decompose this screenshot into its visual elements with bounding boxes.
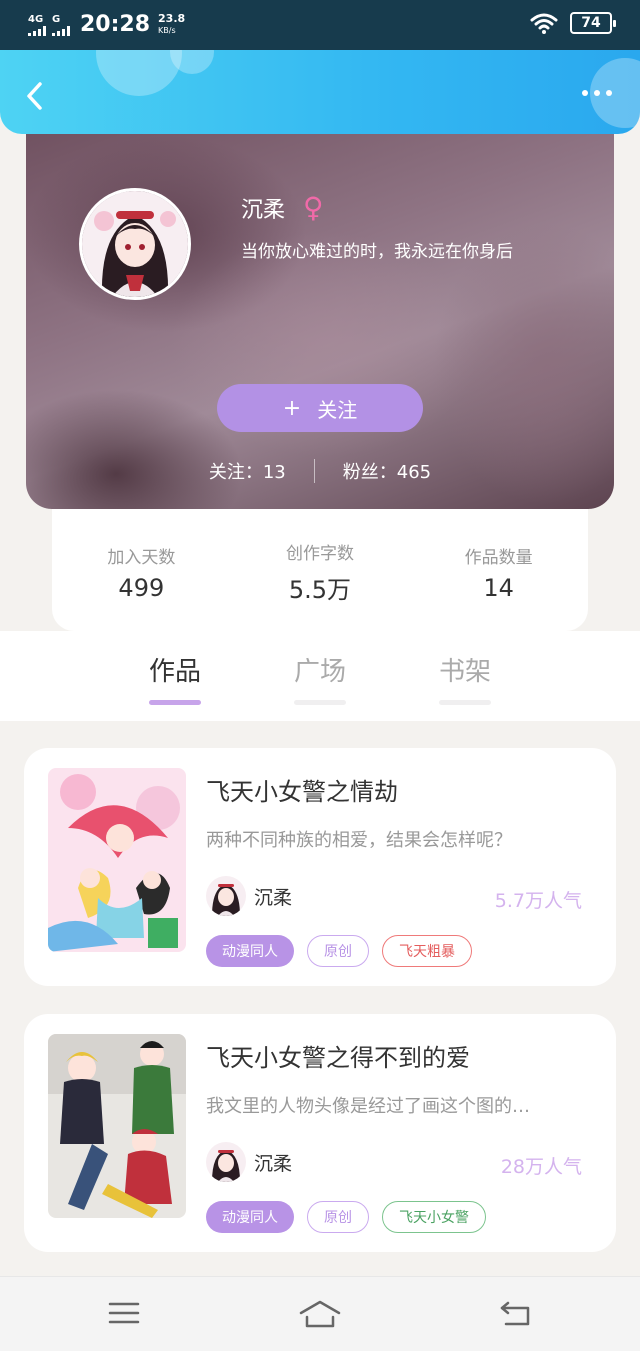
- network-type-2: G: [52, 13, 61, 25]
- follow-button[interactable]: + 关注: [217, 384, 423, 432]
- tab-indicator: [149, 700, 201, 705]
- network-type-1: 4G: [28, 13, 44, 25]
- home-icon[interactable]: [298, 1299, 342, 1329]
- profile-name-row: 沉柔 ♀: [241, 192, 324, 224]
- status-bar: 4G G 20:28 23.8 KB/s 74: [0, 0, 640, 50]
- popularity-count: 28万人气: [500, 1156, 582, 1178]
- return-icon[interactable]: [498, 1299, 532, 1327]
- wifi-icon: [530, 13, 558, 34]
- book-title[interactable]: 飞天小女警之得不到的爱: [206, 1038, 470, 1073]
- menu-icon[interactable]: [108, 1299, 140, 1327]
- book-cover[interactable]: [48, 768, 186, 952]
- following-count[interactable]: 关注：13: [209, 458, 286, 484]
- popularity-count: 5.7万人气: [494, 890, 582, 912]
- back-button[interactable]: [22, 80, 50, 112]
- book-description: 两种不同种族的相爱，结果会怎样呢？: [206, 830, 512, 851]
- author-name: 沉柔: [254, 886, 293, 909]
- tag-fan-fiction[interactable]: 动漫同人: [206, 1201, 294, 1233]
- tab-works[interactable]: 作品: [135, 651, 215, 705]
- status-right: 74: [530, 12, 616, 34]
- profile-header: 沉柔 ♀ 当你放心难过的时，我永远在你身后 + 关注 关注：13 粉丝：465: [26, 114, 614, 509]
- female-gender-icon: ♀: [303, 191, 324, 224]
- plus-icon: +: [282, 395, 302, 421]
- profile-bio: 当你放心难过的时，我永远在你身后: [241, 242, 513, 262]
- network-speed-unit: KB/s: [158, 26, 176, 35]
- stat-join-days: 加入天数 499: [61, 543, 221, 602]
- avatar[interactable]: [79, 188, 191, 300]
- tag-original[interactable]: 原创: [307, 935, 369, 967]
- tab-square[interactable]: 广场: [280, 651, 360, 705]
- author-avatar: [206, 1142, 246, 1182]
- tab-label: 广场: [293, 657, 346, 687]
- stat-label: 加入天数: [107, 547, 176, 568]
- follow-stats: 关注：13 粉丝：465: [26, 458, 614, 484]
- book-author[interactable]: 沉柔: [206, 876, 292, 916]
- clock: 20:28: [80, 12, 151, 37]
- book-card[interactable]: 飞天小女警之情劫 两种不同种族的相爱，结果会怎样呢？ 沉柔 5.7万人气 动漫同…: [24, 748, 616, 986]
- tab-indicator: [294, 700, 346, 705]
- book-author[interactable]: 沉柔: [206, 1142, 292, 1182]
- tag-custom[interactable]: 飞天小女警: [382, 1201, 486, 1233]
- content-tabs: 作品 广场 书架: [0, 631, 640, 721]
- network-speed-value: 23.8: [158, 12, 186, 25]
- author-name: 沉柔: [254, 1152, 293, 1175]
- network-speed: 23.8 KB/s: [158, 13, 185, 37]
- stat-label: 创作字数: [285, 544, 354, 564]
- tab-bookshelf[interactable]: 书架: [425, 651, 505, 705]
- top-navigation-bar: [0, 50, 640, 134]
- cellular-signal-icon-2: G: [52, 13, 70, 36]
- book-description: 我文里的人物头像是经过了画这个图的…: [206, 1096, 530, 1117]
- tag-custom[interactable]: 飞天粗暴: [382, 935, 472, 967]
- tag-list: 动漫同人 原创 飞天小女警: [206, 1201, 486, 1233]
- stat-work-count: 作品数量 14: [419, 543, 579, 602]
- book-card[interactable]: 飞天小女警之得不到的爱 我文里的人物头像是经过了画这个图的… 沉柔 28万人气 …: [24, 1014, 616, 1252]
- more-options-button[interactable]: [582, 90, 612, 96]
- tag-original[interactable]: 原创: [307, 1201, 369, 1233]
- stat-word-count: 创作字数 5.5万: [240, 539, 400, 605]
- book-title[interactable]: 飞天小女警之情劫: [206, 772, 398, 807]
- cellular-signal-icon: 4G: [28, 13, 46, 36]
- author-avatar: [206, 876, 246, 916]
- book-cover[interactable]: [48, 1034, 186, 1218]
- more-dots-icon: [582, 90, 588, 96]
- tag-list: 动漫同人 原创 飞天粗暴: [206, 935, 472, 967]
- follow-label: 关注: [317, 397, 358, 422]
- author-stats-panel: 加入天数 499 创作字数 5.5万 作品数量 14: [52, 509, 588, 631]
- system-navigation-bar: [0, 1276, 640, 1351]
- decor-bubble: [96, 50, 182, 96]
- stat-label: 作品数量: [464, 547, 533, 568]
- tab-label: 书架: [438, 657, 491, 687]
- divider: [313, 459, 315, 483]
- battery-level: 74: [581, 15, 601, 31]
- tab-indicator: [439, 700, 491, 705]
- tab-label: 作品: [148, 657, 201, 687]
- tag-fan-fiction[interactable]: 动漫同人: [206, 935, 294, 967]
- stat-value: 5.5万: [288, 576, 352, 604]
- status-left: 4G G 20:28 23.8 KB/s: [28, 10, 185, 40]
- stat-value: 499: [118, 573, 165, 602]
- username: 沉柔: [241, 198, 286, 223]
- stat-value: 14: [483, 573, 514, 602]
- battery-indicator: 74: [570, 12, 616, 34]
- followers-count[interactable]: 粉丝：465: [343, 458, 431, 484]
